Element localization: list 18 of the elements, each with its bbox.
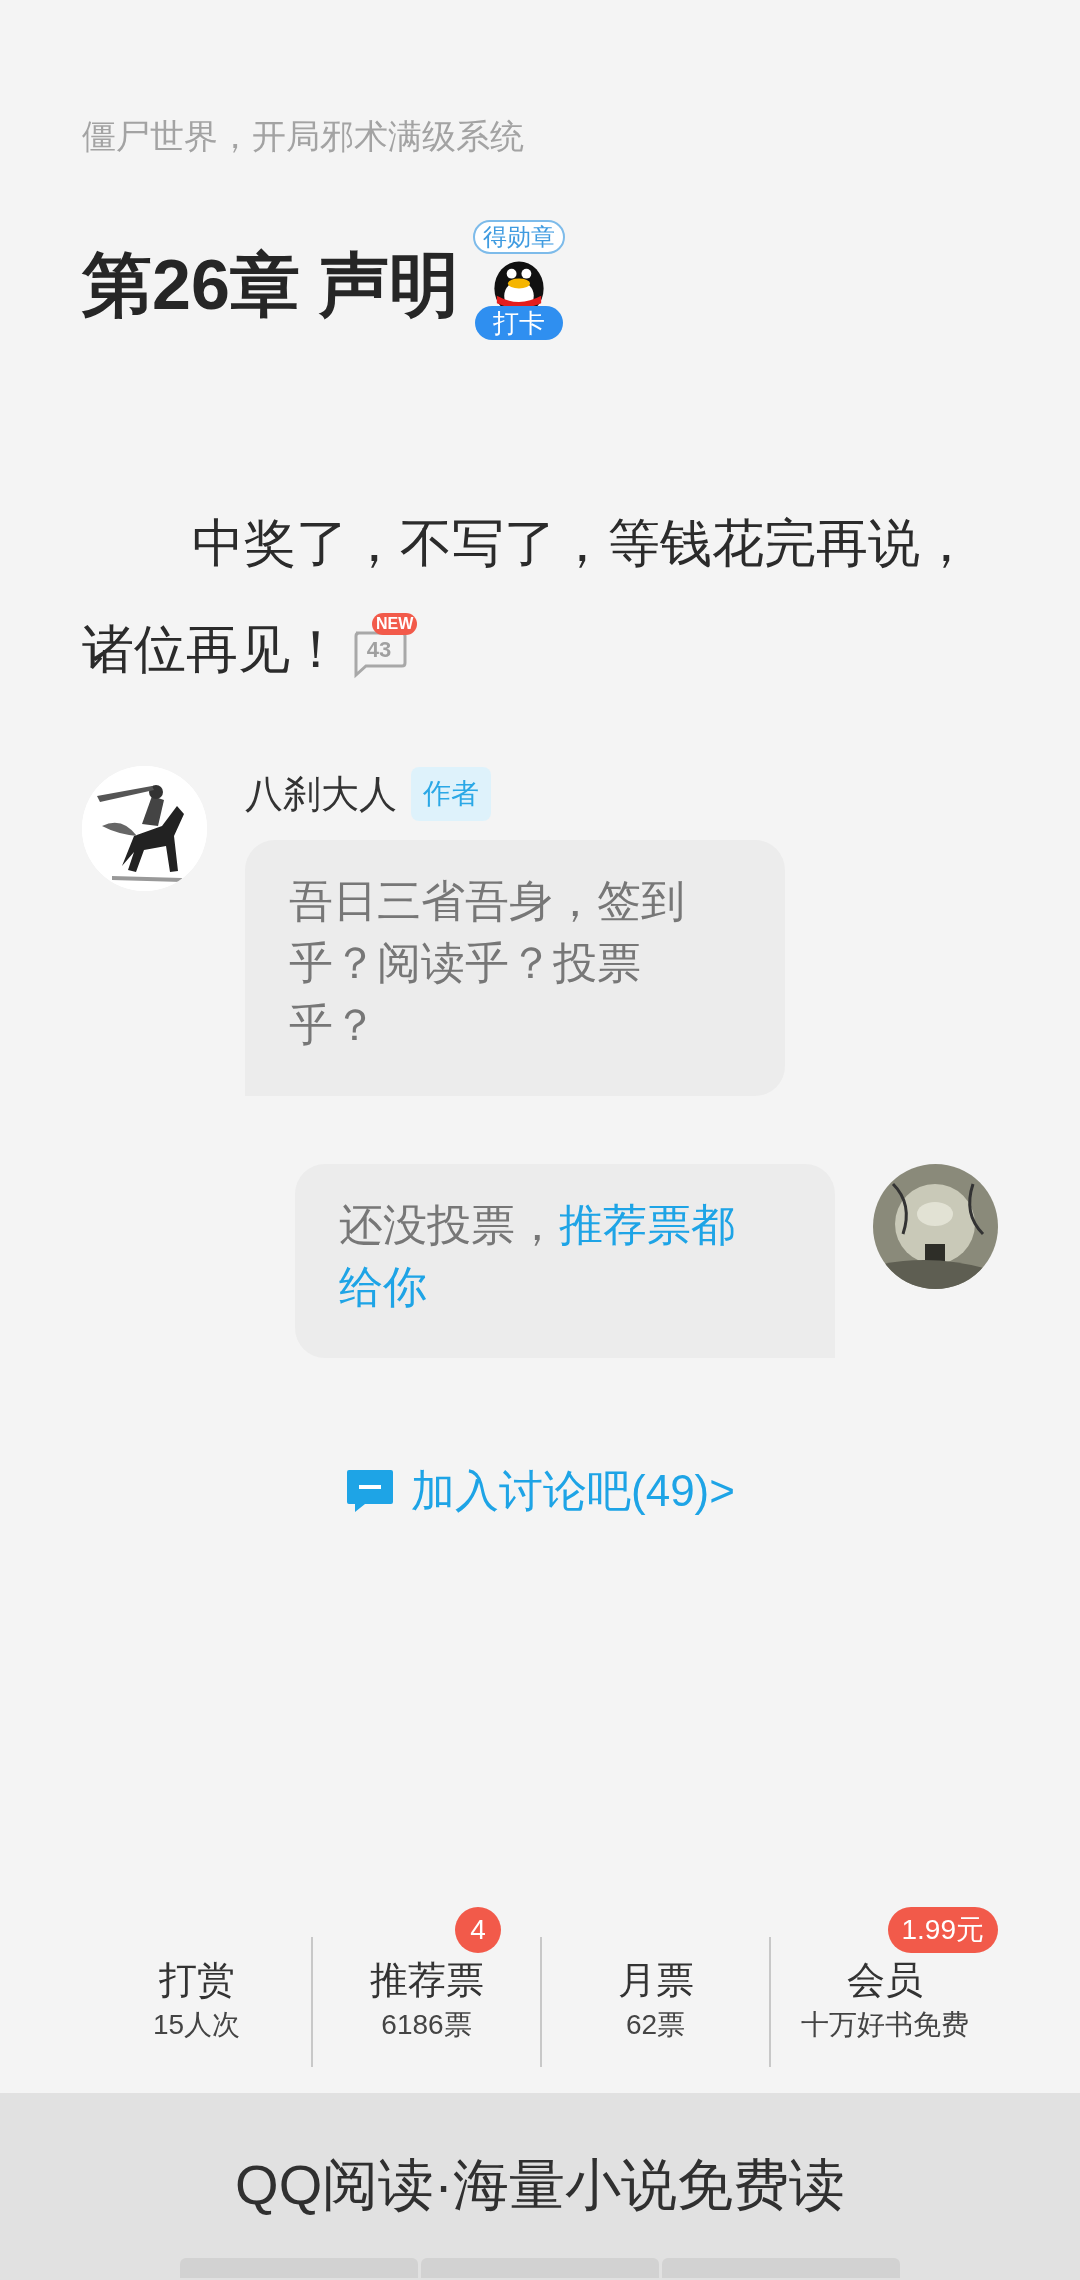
stat-button[interactable]: 月票 62票 xyxy=(617,1955,694,2045)
chat-icon xyxy=(345,1468,395,1514)
stat-button[interactable]: 推荐票 6186票 xyxy=(369,1955,484,2045)
count-badge: 4 xyxy=(455,1907,501,1953)
paragraph-line: 诸位再见！ xyxy=(82,619,342,680)
stat-button[interactable]: 会员 十万好书免费 xyxy=(800,1955,969,2045)
book-title: 僵尸世界，开局邪术满级系统 xyxy=(82,116,525,157)
paragraph-line: 中奖了，不写了，等钱花完再说， xyxy=(191,513,972,574)
chapter-title: 第26章 声明 xyxy=(82,245,460,326)
promo-banner-text: QQ阅读·海量小说免费读 xyxy=(235,2152,845,2218)
author-name: 八刹大人 xyxy=(245,771,397,817)
count-badge: 1.99元 xyxy=(887,1907,998,1953)
comment-bubble: 吾日三省吾身，签到乎？阅读乎？投票乎？ xyxy=(245,840,785,1096)
medal-label: 得勋章 xyxy=(473,220,566,254)
new-badge: NEW xyxy=(372,613,418,635)
comment-bubble: 还没投票，推荐票都给你 xyxy=(295,1164,835,1358)
author-tag: 作者 xyxy=(411,767,491,821)
stat-button[interactable]: 打赏 15人次 xyxy=(152,1955,241,2045)
